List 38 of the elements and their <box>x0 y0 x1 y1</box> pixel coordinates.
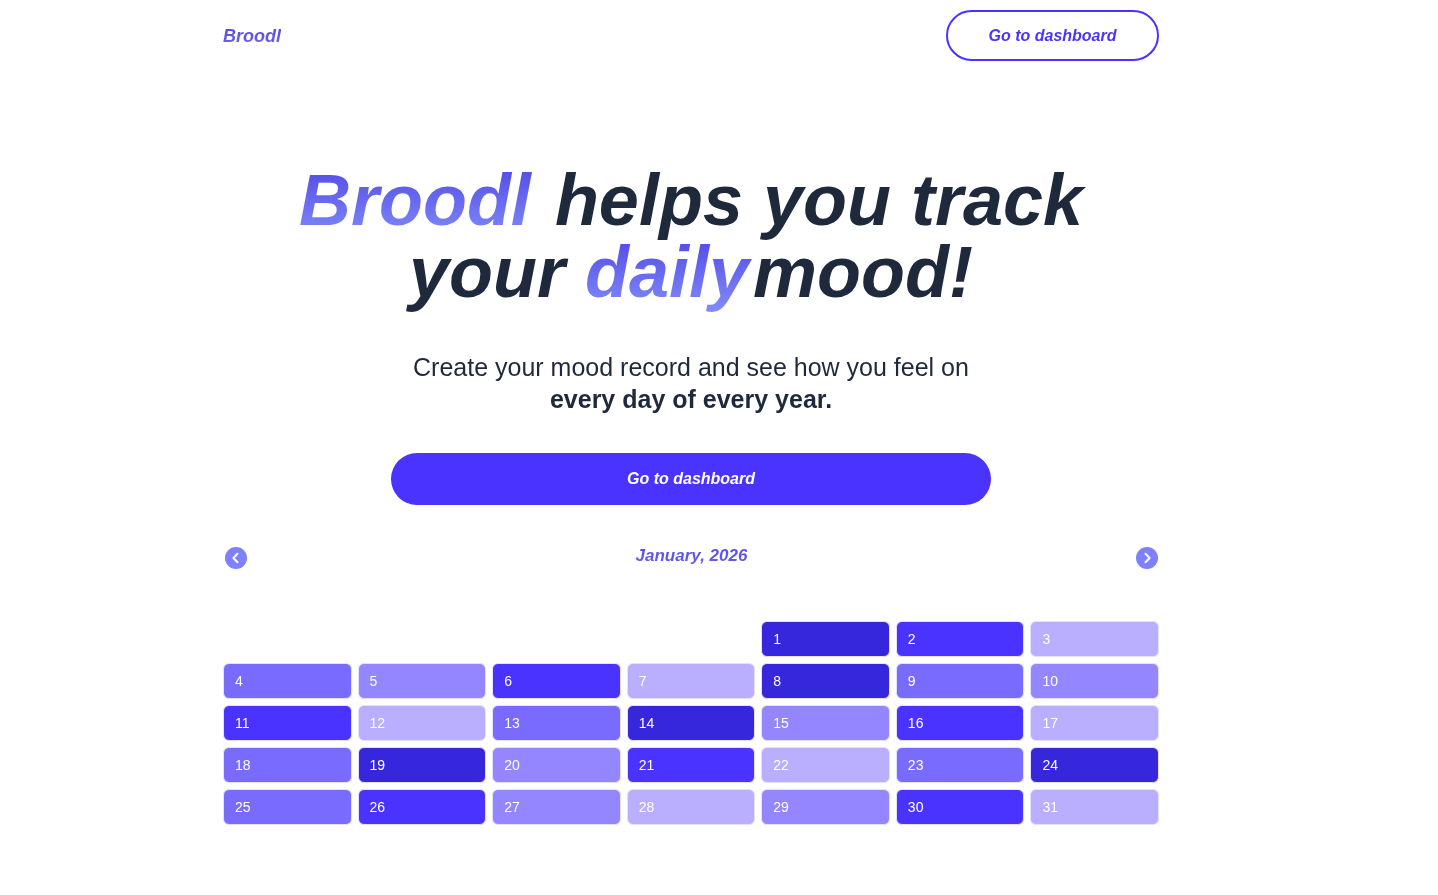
day-cell: 7 <box>626 663 756 699</box>
previous-month-button[interactable] <box>225 547 247 569</box>
day-cell: 24 <box>1030 747 1159 783</box>
day-cell: 6 <box>492 663 621 699</box>
day-cell: 2 <box>895 621 1025 657</box>
day-cell: 8 <box>761 663 890 699</box>
next-month-button[interactable] <box>1136 547 1158 569</box>
day-cell: 15 <box>761 705 890 741</box>
day-cell: 28 <box>626 789 756 825</box>
day-cell: 5 <box>357 663 487 699</box>
chevron-right-icon <box>1136 547 1158 569</box>
subtitle: Create your mood record and see how you feel on every day of every year. <box>412 352 970 415</box>
day-cell: 22 <box>761 747 890 783</box>
day-cell: 4 <box>223 663 352 699</box>
day-cell: 21 <box>626 747 756 783</box>
day-cell: 31 <box>1030 789 1159 825</box>
day-cell: 27 <box>492 789 621 825</box>
day-cell: 19 <box>357 747 487 783</box>
day-cell: 3 <box>1030 621 1159 657</box>
day-cell: 10 <box>1030 663 1159 699</box>
dashboard-button[interactable]: Go to dashboard <box>391 453 991 505</box>
day-cell: 26 <box>357 789 487 825</box>
day-cell: 12 <box>357 705 487 741</box>
dashboard-button[interactable]: Go to dashboard <box>946 10 1159 61</box>
day-cell: 1 <box>761 621 890 657</box>
day-cell: 11 <box>223 705 352 741</box>
day-cell: 18 <box>223 747 352 783</box>
day-cell: 20 <box>492 747 621 783</box>
day-cell: 14 <box>626 705 756 741</box>
chevron-left-icon <box>225 547 247 569</box>
day-cell: 17 <box>1030 705 1159 741</box>
day-cell: 13 <box>492 705 621 741</box>
day-cell: 29 <box>761 789 890 825</box>
day-cell: 30 <box>895 789 1025 825</box>
day-cell: 23 <box>895 747 1025 783</box>
day-cell: 25 <box>223 789 352 825</box>
day-cell: 16 <box>895 705 1025 741</box>
day-cell: 9 <box>895 663 1025 699</box>
